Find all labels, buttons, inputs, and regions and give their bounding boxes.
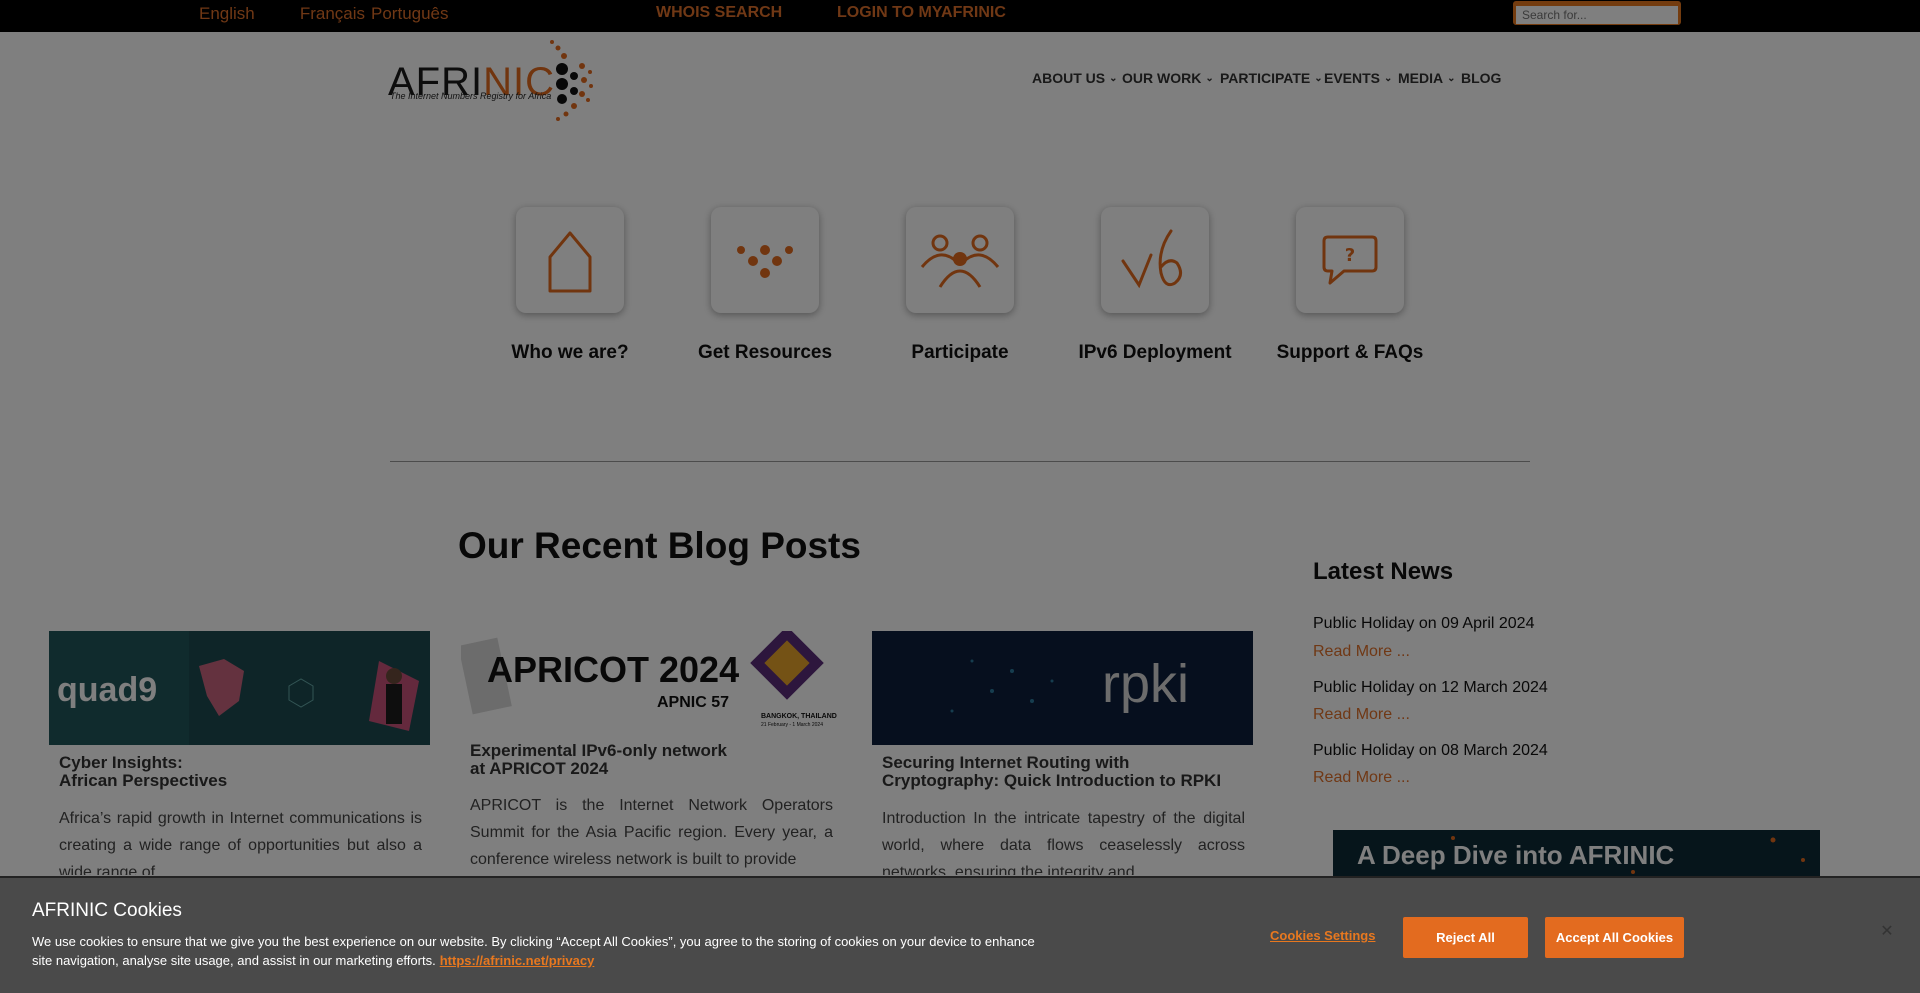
privacy-link[interactable]: https://afrinic.net/privacy <box>440 953 595 968</box>
cookies-settings-button[interactable]: Cookies Settings <box>1270 928 1375 943</box>
accept-all-cookies-button[interactable]: Accept All Cookies <box>1545 917 1684 958</box>
reject-all-button[interactable]: Reject All <box>1403 917 1528 958</box>
close-icon[interactable]: ✕ <box>1878 922 1896 940</box>
modal-overlay <box>0 0 1920 993</box>
cookie-banner: AFRINIC Cookies We use cookies to ensure… <box>0 876 1920 993</box>
cookie-text: We use cookies to ensure that we give yo… <box>32 934 1035 968</box>
cookie-title: AFRINIC Cookies <box>32 900 182 921</box>
